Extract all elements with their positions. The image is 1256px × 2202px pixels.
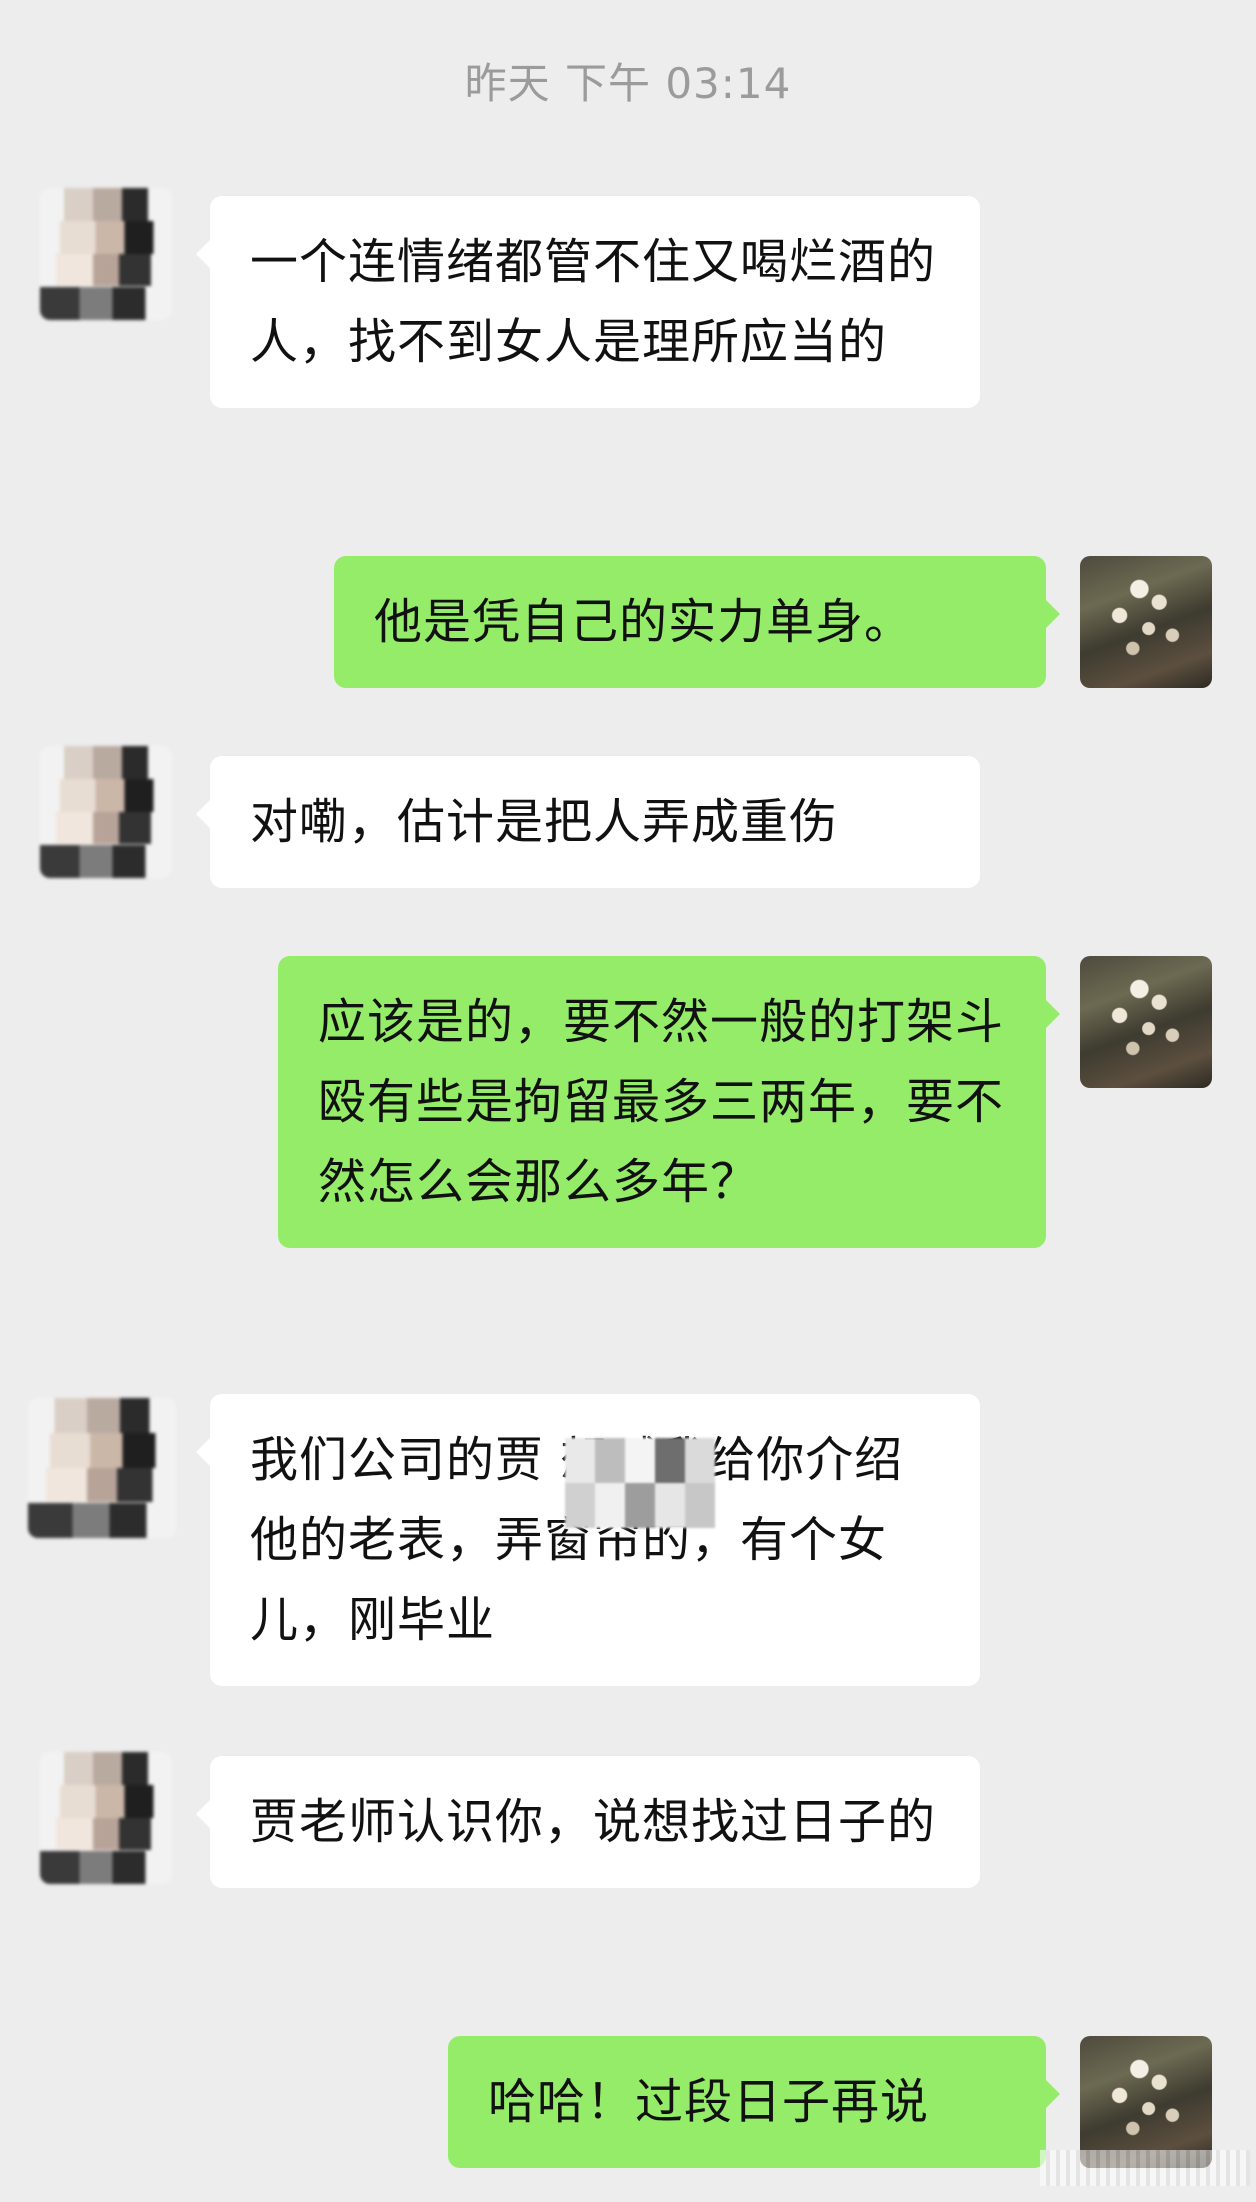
message-bubble-incoming[interactable]: 一个连情绪都管不住又喝烂酒的人，找不到女人是理所应当的 [196, 196, 980, 408]
message-bubble-incoming[interactable]: 对嘞，估计是把人弄成重伤 [196, 756, 980, 888]
message-text: 对嘞，估计是把人弄成重伤 [250, 794, 839, 850]
message-bubble-outgoing[interactable]: 他是凭自己的实力单身。 [334, 556, 1060, 688]
watermark [1040, 2150, 1250, 2186]
contact-avatar[interactable] [28, 1398, 176, 1538]
message-text: 哈哈！过段日子再说 [488, 2074, 930, 2130]
message-bubble-outgoing[interactable]: 哈哈！过段日子再说 [448, 2036, 1060, 2168]
chat-timestamp: 昨天 下午 03:14 [464, 59, 792, 108]
contact-avatar[interactable] [40, 1752, 172, 1884]
user-avatar[interactable] [1080, 2036, 1212, 2168]
user-avatar[interactable] [1080, 956, 1212, 1088]
message-bubble-incoming[interactable]: 贾老师认识你，说想找过日子的 [196, 1756, 980, 1888]
message-bubble-outgoing[interactable]: 应该是的，要不然一般的打架斗殴有些是拘留最多三两年，要不然怎么会那么多年？ [278, 956, 1060, 1248]
message-text: 他是凭自己的实力单身。 [374, 594, 914, 650]
censor-mosaic [565, 1438, 715, 1528]
message-text: 贾老师认识你，说想找过日子的 [250, 1794, 937, 1850]
user-avatar[interactable] [1080, 556, 1212, 688]
contact-avatar[interactable] [40, 746, 172, 878]
contact-avatar[interactable] [40, 188, 172, 320]
message-text: 一个连情绪都管不住又喝烂酒的人，找不到女人是理所应当的 [250, 234, 937, 370]
message-text: 应该是的，要不然一般的打架斗殴有些是拘留最多三两年，要不然怎么会那么多年？ [318, 994, 1005, 1210]
